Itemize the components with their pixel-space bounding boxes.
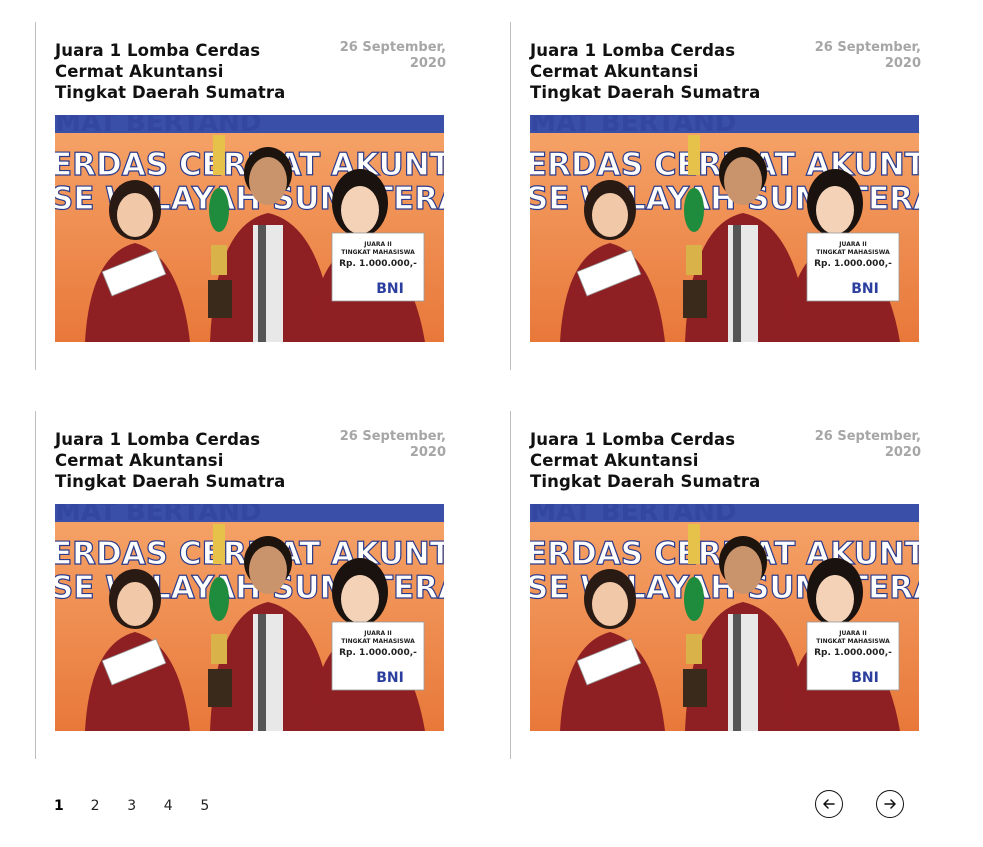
article-date-line: 2020 bbox=[409, 56, 446, 71]
article-date: 26 September, 2020 bbox=[791, 40, 921, 72]
prize-card-bank: BNI bbox=[851, 281, 879, 297]
prize-card-subtitle: TINGKAT MAHASISWA bbox=[816, 249, 890, 256]
prize-card-title: JUARA II bbox=[838, 241, 866, 248]
article-title-line: Juara 1 Lomba Cerdas bbox=[530, 41, 736, 60]
article-title-line: Juara 1 Lomba Cerdas bbox=[55, 41, 261, 60]
article-photo[interactable]: AMAT BERTAND ERDAS CERMAT AKUNTA SE WILA… bbox=[530, 504, 919, 731]
article-date: 26 September, 2020 bbox=[791, 429, 921, 461]
prize-card-bank: BNI bbox=[376, 670, 404, 686]
article-card[interactable]: Juara 1 Lomba Cerdas Cermat Akuntansi Ti… bbox=[35, 22, 446, 370]
prize-card-subtitle: TINGKAT MAHASISWA bbox=[341, 638, 415, 645]
article-title-line: Cermat Akuntansi bbox=[530, 451, 699, 470]
article-photo[interactable]: AMAT BERTAND ERDAS CERMAT AKUNTA SE WILA… bbox=[55, 115, 444, 342]
prev-page-button[interactable] bbox=[815, 790, 843, 818]
article-title[interactable]: Juara 1 Lomba Cerdas Cermat Akuntansi Ti… bbox=[55, 429, 305, 492]
page-link-5[interactable]: 5 bbox=[200, 795, 237, 817]
article-card[interactable]: Juara 1 Lomba Cerdas Cermat Akuntansi Ti… bbox=[510, 22, 921, 370]
article-title-line: Cermat Akuntansi bbox=[55, 62, 224, 81]
article-title-line: Cermat Akuntansi bbox=[55, 451, 224, 470]
article-date-line: 26 September, bbox=[339, 40, 446, 55]
article-date-line: 26 September, bbox=[339, 429, 446, 444]
article-title-line: Juara 1 Lomba Cerdas bbox=[55, 430, 261, 449]
banner-top-text: AMAT BERTAND bbox=[55, 115, 262, 138]
prize-card-title: JUARA II bbox=[838, 630, 866, 637]
article-date-line: 26 September, bbox=[814, 40, 921, 55]
article-date: 26 September, 2020 bbox=[316, 429, 446, 461]
arrow-left-icon bbox=[823, 799, 835, 809]
prize-card-amount: Rp. 1.000.000,- bbox=[814, 259, 892, 269]
banner-top-text: AMAT BERTAND bbox=[55, 504, 262, 527]
pagination: 1 2 3 4 5 bbox=[54, 795, 237, 817]
prize-card-amount: Rp. 1.000.000,- bbox=[339, 259, 417, 269]
article-card[interactable]: Juara 1 Lomba Cerdas Cermat Akuntansi Ti… bbox=[510, 411, 921, 759]
page-link-2[interactable]: 2 bbox=[91, 795, 128, 817]
prize-card-subtitle: TINGKAT MAHASISWA bbox=[816, 638, 890, 645]
next-page-button[interactable] bbox=[876, 790, 904, 818]
arrow-right-icon bbox=[884, 799, 896, 809]
article-date-line: 2020 bbox=[884, 56, 921, 71]
article-title[interactable]: Juara 1 Lomba Cerdas Cermat Akuntansi Ti… bbox=[55, 40, 305, 103]
article-title[interactable]: Juara 1 Lomba Cerdas Cermat Akuntansi Ti… bbox=[530, 429, 780, 492]
article-photo[interactable]: AMAT BERTAND ERDAS CERMAT AKUNTA SE WILA… bbox=[55, 504, 444, 731]
article-title-line: Tingkat Daerah Sumatra bbox=[55, 472, 286, 491]
prize-card-title: JUARA II bbox=[363, 241, 391, 248]
article-title-line: Juara 1 Lomba Cerdas bbox=[530, 430, 736, 449]
prize-card-bank: BNI bbox=[851, 670, 879, 686]
article-date-line: 2020 bbox=[409, 445, 446, 460]
article-title-line: Tingkat Daerah Sumatra bbox=[55, 83, 286, 102]
article-photo[interactable]: AMAT BERTAND ERDAS CERMAT AKUNTA SE WILA… bbox=[530, 115, 919, 342]
article-title-line: Tingkat Daerah Sumatra bbox=[530, 83, 761, 102]
article-title-line: Cermat Akuntansi bbox=[530, 62, 699, 81]
prize-card-amount: Rp. 1.000.000,- bbox=[814, 648, 892, 658]
article-title[interactable]: Juara 1 Lomba Cerdas Cermat Akuntansi Ti… bbox=[530, 40, 780, 103]
article-title-line: Tingkat Daerah Sumatra bbox=[530, 472, 761, 491]
page-link-3[interactable]: 3 bbox=[127, 795, 164, 817]
prize-card-amount: Rp. 1.000.000,- bbox=[339, 648, 417, 658]
banner-top-text: AMAT BERTAND bbox=[530, 115, 737, 138]
prize-card-bank: BNI bbox=[376, 281, 404, 297]
page-link-4[interactable]: 4 bbox=[164, 795, 201, 817]
article-date: 26 September, 2020 bbox=[316, 40, 446, 72]
article-date-line: 2020 bbox=[884, 445, 921, 460]
prize-card-subtitle: TINGKAT MAHASISWA bbox=[341, 249, 415, 256]
article-card[interactable]: Juara 1 Lomba Cerdas Cermat Akuntansi Ti… bbox=[35, 411, 446, 759]
prize-card-title: JUARA II bbox=[363, 630, 391, 637]
page-link-1[interactable]: 1 bbox=[54, 795, 91, 817]
banner-top-text: AMAT BERTAND bbox=[530, 504, 737, 527]
article-date-line: 26 September, bbox=[814, 429, 921, 444]
